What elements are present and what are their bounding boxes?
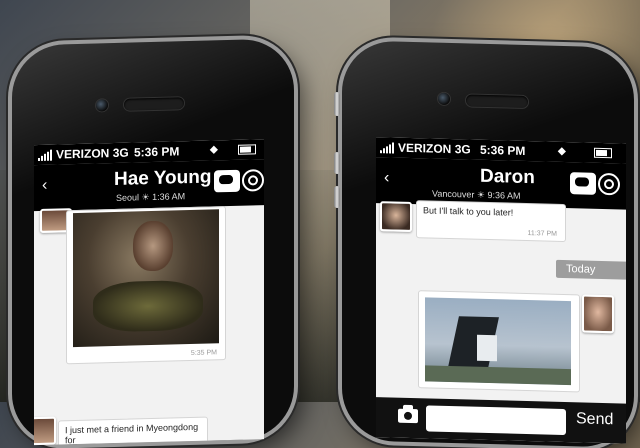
contact-location-time: Seoul ☀ 1:36 AM [116, 191, 186, 203]
chat-icon[interactable] [570, 172, 596, 195]
message-text: But I'll talk to you later! [423, 205, 514, 218]
left-phone: VERIZON 3G 5:36 PM ◆ ‹ Hae Young Seoul ☀… [12, 38, 294, 446]
contact-location-time: Vancouver ☀ 9:36 AM [432, 188, 521, 201]
send-button[interactable]: Send [576, 410, 613, 429]
chat-icon[interactable] [214, 169, 240, 193]
volume-button [334, 151, 340, 175]
composer-bar: Send [376, 397, 626, 444]
message-text: I just met a friend in Myeongdong for [65, 421, 199, 446]
contact-avatar [34, 416, 56, 446]
user-avatar [582, 294, 614, 334]
camera-icon[interactable] [398, 408, 418, 424]
front-camera [438, 92, 450, 106]
photo-message[interactable] [418, 290, 580, 393]
photo-message[interactable]: 5:35 PM [66, 206, 226, 365]
status-time: 5:36 PM [134, 144, 180, 160]
battery-icon [594, 147, 612, 159]
back-icon[interactable]: ‹ [42, 177, 47, 195]
contact-name: Daron [480, 165, 535, 189]
message-bubble[interactable]: But I'll talk to you later! 11:37 PM [416, 200, 566, 243]
message-bubble[interactable]: I just met a friend in Myeongdong for [58, 416, 208, 446]
left-screen: VERIZON 3G 5:36 PM ◆ ‹ Hae Young Seoul ☀… [34, 139, 264, 446]
target-icon[interactable] [242, 169, 264, 192]
target-icon[interactable] [598, 172, 620, 196]
status-time: 5:36 PM [480, 142, 526, 158]
signal-icon [38, 149, 52, 162]
earpiece-speaker [124, 97, 184, 111]
volume-button [334, 185, 340, 209]
back-icon[interactable]: ‹ [384, 169, 389, 187]
message-timestamp: 11:37 PM [527, 230, 557, 238]
location-icon: ◆ [558, 145, 566, 158]
location-icon: ◆ [210, 144, 218, 156]
right-screen: VERIZON 3G 5:36 PM ◆ ‹ Daron Vancouver ☀… [376, 137, 626, 444]
carrier-label: VERIZON 3G [56, 145, 129, 162]
right-phone: VERIZON 3G 5:36 PM ◆ ‹ Daron Vancouver ☀… [334, 40, 634, 448]
contact-avatar [380, 201, 412, 233]
shared-photo[interactable] [73, 209, 219, 348]
message-input[interactable] [426, 405, 566, 436]
volume-button [334, 91, 340, 117]
chat-header: ‹ Hae Young Seoul ☀ 1:36 AM [34, 159, 264, 212]
shared-photo[interactable] [425, 297, 571, 386]
signal-icon [380, 142, 394, 154]
carrier-label: VERIZON 3G [398, 140, 471, 157]
message-timestamp: 5:35 PM [190, 349, 217, 358]
date-divider: Today [556, 259, 626, 280]
contact-name: Hae Young [114, 166, 212, 191]
battery-icon [238, 144, 256, 155]
earpiece-speaker [466, 94, 528, 109]
